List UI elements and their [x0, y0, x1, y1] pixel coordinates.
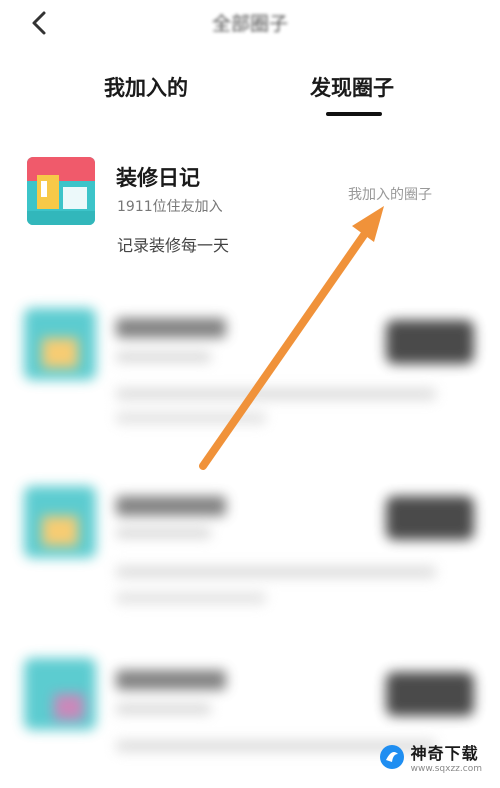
blurred-subtitle: [116, 352, 211, 362]
watermark-url: www.sqxzz.com: [410, 764, 482, 774]
circle-card-renovation-diary[interactable]: 装修日记 1911位住友加入 记录装修每一天 我加入的圈子: [0, 152, 500, 272]
join-button[interactable]: [386, 320, 474, 364]
circle-thumbnail: [24, 486, 96, 558]
site-watermark: 神奇下载 www.sqxzz.com: [379, 740, 482, 774]
circle-thumbnail: [24, 658, 96, 730]
joined-status-label: 我加入的圈子: [348, 187, 432, 203]
circle-thumbnail: [24, 308, 96, 380]
blurred-title: [116, 318, 226, 338]
blurred-subtitle: [116, 528, 211, 538]
circle-member-count: 1911位住友加入: [117, 199, 223, 215]
join-button[interactable]: [386, 496, 474, 540]
tab-discover[interactable]: 发现圈子: [310, 72, 394, 102]
join-button[interactable]: [386, 672, 474, 716]
blurred-description: [116, 388, 436, 400]
circle-description: 记录装修每一天: [117, 236, 230, 255]
tab-bar: 我加入的 发现圈子: [0, 68, 500, 124]
blurred-description: [116, 592, 266, 604]
top-bar: 全部圈子: [0, 0, 500, 48]
magic-logo-icon: [379, 745, 404, 769]
circle-name: 装修日记: [116, 166, 200, 190]
watermark-name: 神奇下载: [410, 744, 479, 763]
circle-thumbnail: [27, 157, 95, 225]
page-title: 全部圈子: [211, 13, 288, 35]
blurred-title: [116, 496, 226, 516]
blurred-subtitle: [116, 704, 211, 714]
tab-joined[interactable]: 我加入的: [104, 72, 188, 102]
blurred-description: [116, 566, 436, 578]
active-tab-indicator: [326, 112, 382, 116]
blurred-description: [116, 412, 266, 424]
blurred-title: [116, 670, 226, 690]
